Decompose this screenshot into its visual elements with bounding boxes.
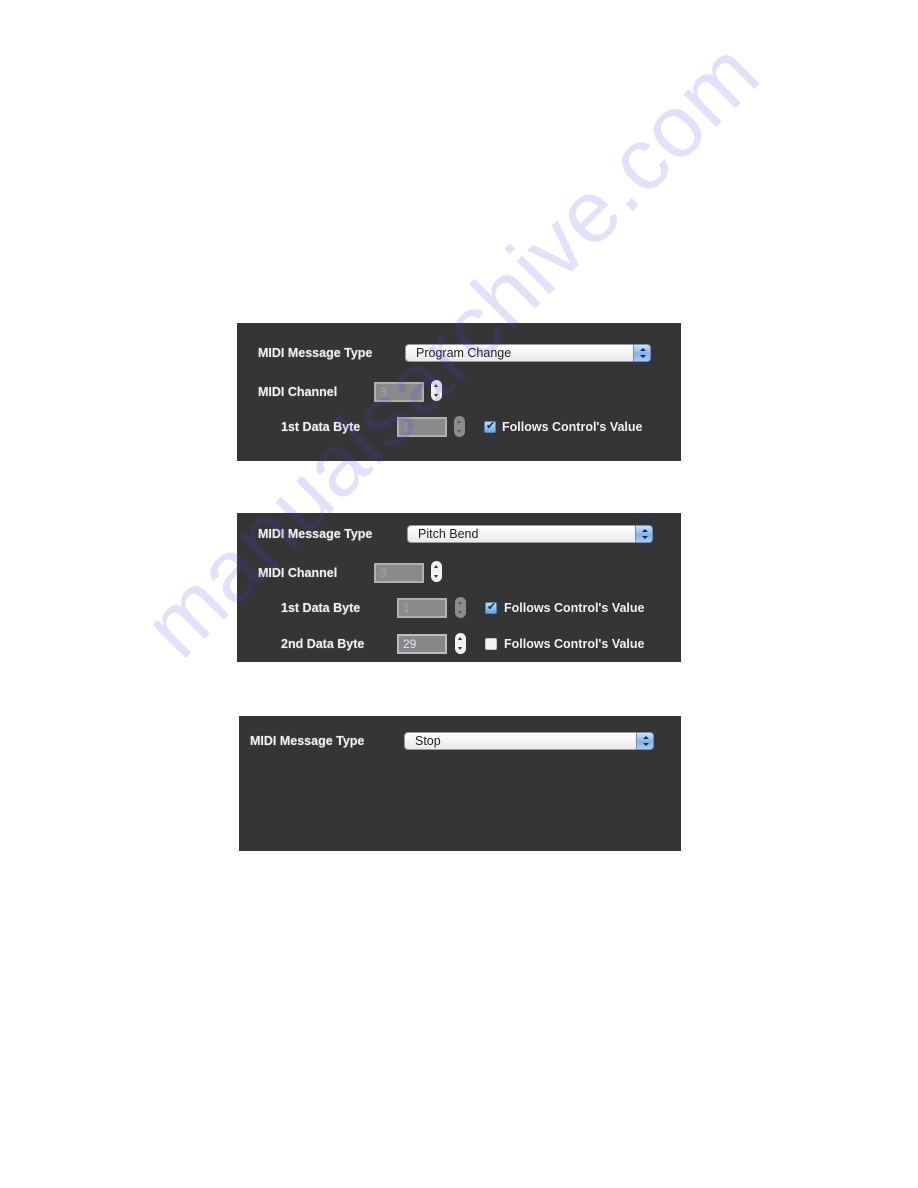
select-arrows-icon <box>635 525 653 543</box>
data-byte-1-follows-checkbox[interactable] <box>485 600 497 614</box>
data-byte-1-stepper[interactable] <box>455 597 466 618</box>
message-type-select[interactable]: Pitch Bend <box>407 525 653 543</box>
data-byte-2-follows-label: Follows Control's Value <box>504 637 645 651</box>
data-byte-1-field[interactable]: 1 <box>397 598 447 618</box>
select-arrows-icon <box>636 732 654 750</box>
midi-panel-program-change: MIDI Message Type Program Change MIDI Ch… <box>237 323 681 461</box>
data-byte-1-follows-label: Follows Control's Value <box>504 601 645 615</box>
data-byte-2-stepper[interactable] <box>455 633 466 654</box>
data-byte-2-follows-checkbox[interactable] <box>485 638 497 650</box>
midi-panel-pitch-bend: MIDI Message Type Pitch Bend MIDI Channe… <box>237 513 681 662</box>
midi-channel-field[interactable]: 3 <box>374 563 424 583</box>
data-byte-2-label: 2nd Data Byte <box>281 637 365 651</box>
message-type-value: Pitch Bend <box>418 527 479 541</box>
data-byte-1-field[interactable]: 1 <box>397 417 447 437</box>
midi-channel-stepper[interactable] <box>431 561 442 582</box>
midi-channel-label: MIDI Channel <box>258 566 338 580</box>
message-type-value: Program Change <box>416 346 512 360</box>
data-byte-2-field[interactable]: 29 <box>397 634 447 654</box>
data-byte-1-label: 1st Data Byte <box>281 420 361 434</box>
midi-channel-field[interactable]: 3 <box>374 382 424 402</box>
midi-panel-stop: MIDI Message Type Stop <box>239 716 681 851</box>
data-byte-1-label: 1st Data Byte <box>281 601 361 615</box>
message-type-label: MIDI Message Type <box>258 346 373 360</box>
message-type-value: Stop <box>415 734 441 748</box>
data-byte-1-follows-label: Follows Control's Value <box>502 420 643 434</box>
midi-channel-stepper[interactable] <box>431 380 442 401</box>
data-byte-1-follows-checkbox[interactable] <box>484 419 496 433</box>
midi-channel-label: MIDI Channel <box>258 385 338 399</box>
message-type-select[interactable]: Program Change <box>405 344 651 362</box>
message-type-label: MIDI Message Type <box>258 527 373 541</box>
data-byte-1-stepper[interactable] <box>454 416 465 437</box>
message-type-select[interactable]: Stop <box>404 732 654 750</box>
message-type-label: MIDI Message Type <box>250 734 365 748</box>
select-arrows-icon <box>633 344 651 362</box>
